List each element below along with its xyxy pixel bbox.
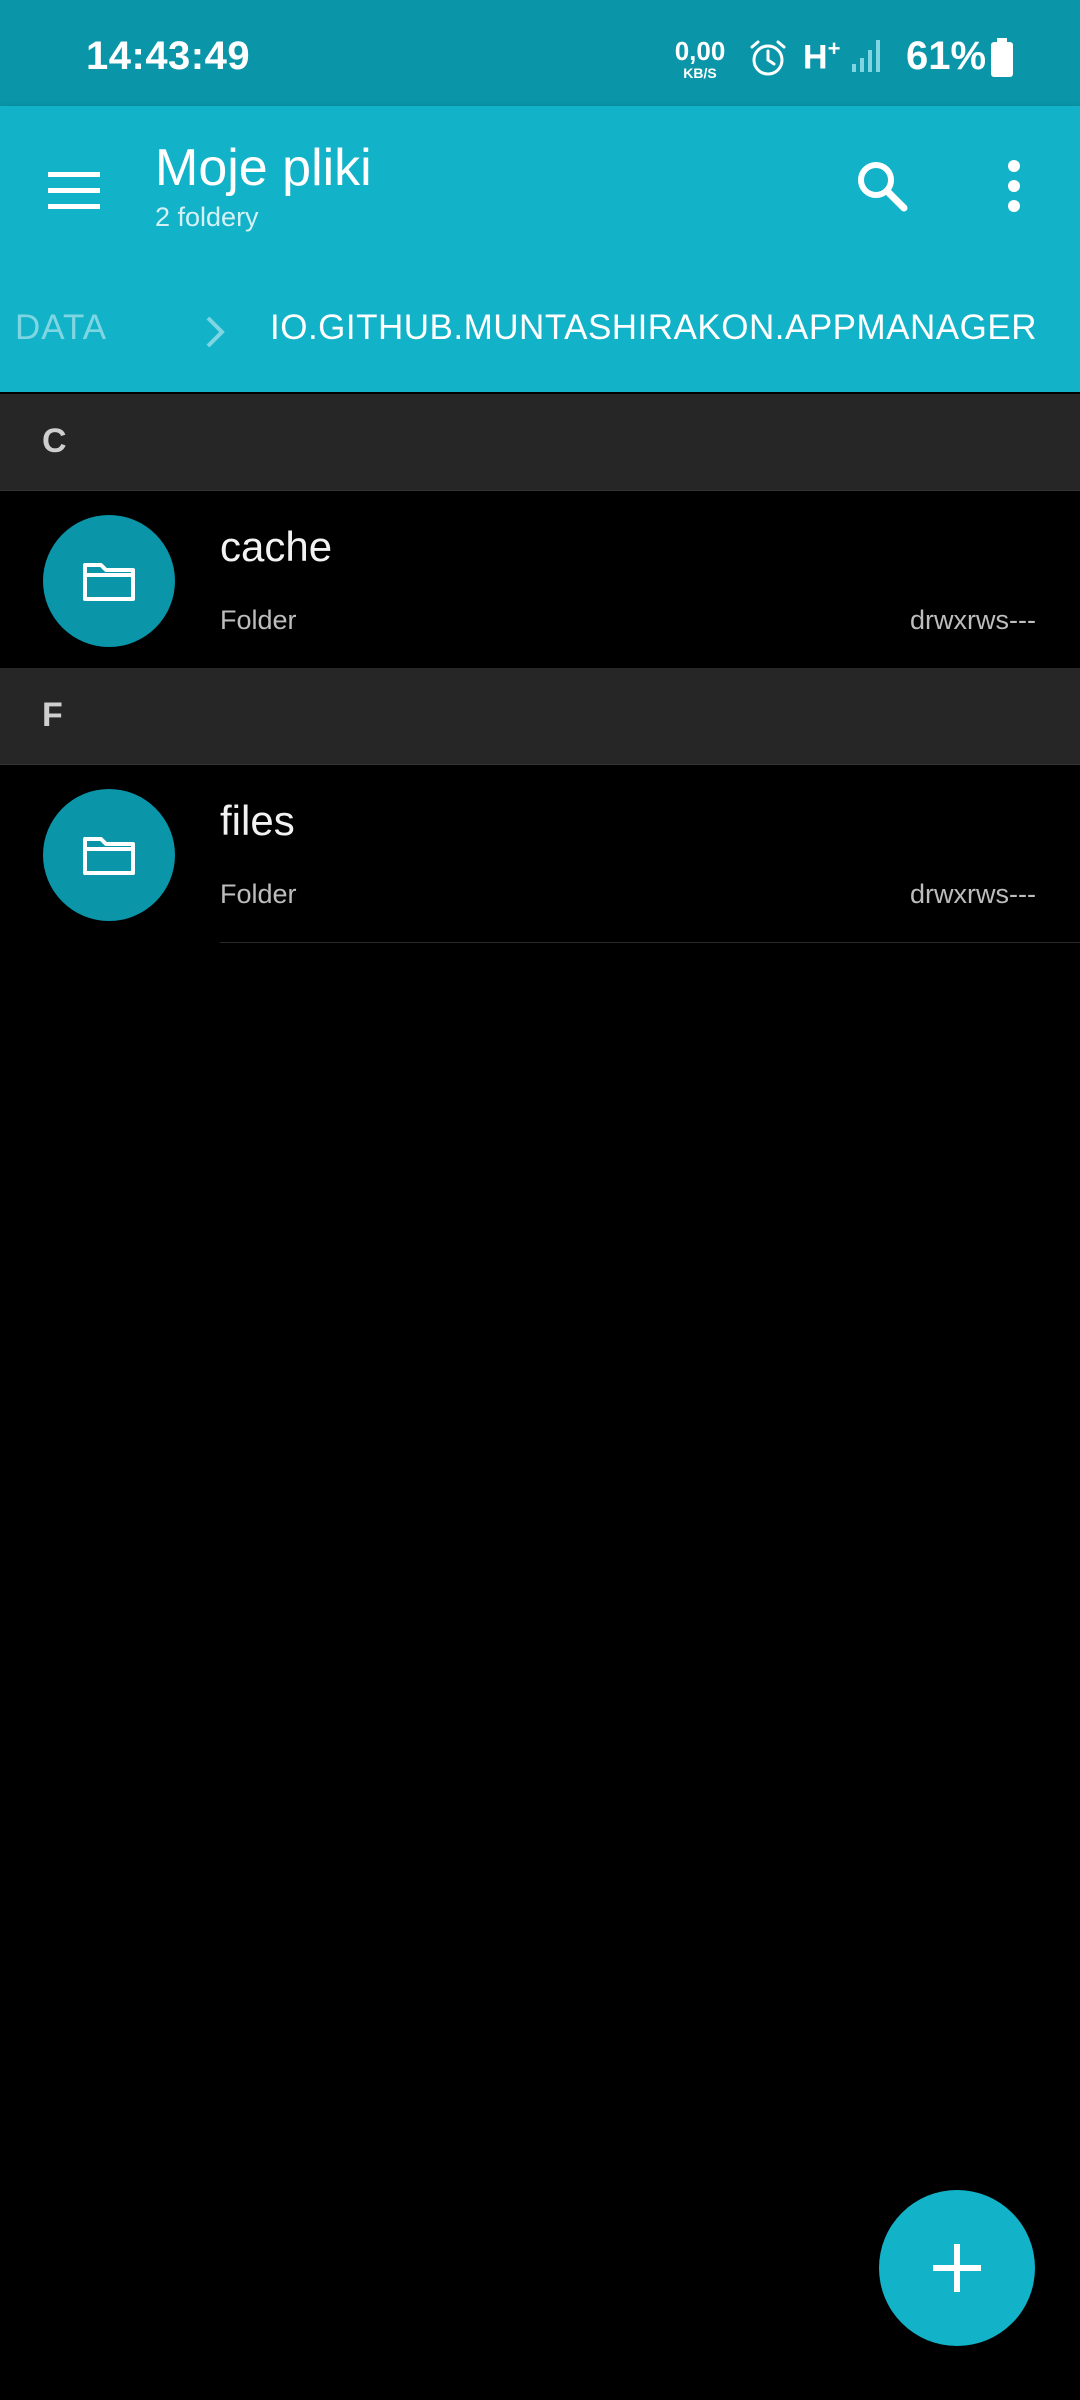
list-item-files[interactable]: files Folder drwxrws--- <box>0 765 1080 943</box>
status-bar: 14:43:49 0,00 KB/S H+ 61% <box>0 0 1080 106</box>
search-icon[interactable] <box>850 154 914 218</box>
network-type: H+ <box>803 36 841 77</box>
list-item-cache[interactable]: cache Folder drwxrws--- <box>0 491 1080 669</box>
battery-icon <box>991 38 1013 77</box>
folder-icon <box>43 789 175 921</box>
signal-icon <box>852 40 880 72</box>
item-name: files <box>220 797 295 844</box>
network-speed: 0,00 KB/S <box>672 38 728 80</box>
divider <box>220 942 1080 943</box>
add-button[interactable] <box>879 2190 1035 2346</box>
more-vertical-icon[interactable] <box>984 154 1044 218</box>
section-letter: C <box>42 422 67 460</box>
network-speed-value: 0,00 <box>674 36 726 66</box>
breadcrumb: DATA IO.GITHUB.MUNTASHIRAKON.APPMANAGER <box>0 294 1080 372</box>
item-permissions: drwxrws--- <box>910 879 1036 909</box>
folder-count: 2 foldery <box>155 202 259 232</box>
item-permissions: drwxrws--- <box>910 605 1036 635</box>
page-title: Moje pliki <box>155 139 372 197</box>
hamburger-menu-icon[interactable] <box>44 162 104 222</box>
alarm-icon <box>750 40 786 76</box>
item-type: Folder <box>220 605 297 635</box>
chevron-right-icon <box>206 316 225 348</box>
breadcrumb-item-data[interactable]: DATA <box>15 308 107 348</box>
plus-icon <box>933 2244 981 2292</box>
breadcrumb-item-current[interactable]: IO.GITHUB.MUNTASHIRAKON.APPMANAGER <box>270 308 1037 348</box>
network-speed-unit: KB/S <box>683 65 717 81</box>
app-bar: Moje pliki 2 foldery DATA IO.GITHUB.MUNT… <box>0 106 1080 392</box>
section-letter: F <box>42 696 63 734</box>
section-header-f: F <box>0 668 1080 765</box>
battery-percentage: 61% <box>906 34 987 78</box>
folder-icon <box>43 515 175 647</box>
status-time: 14:43:49 <box>86 34 251 78</box>
item-name: cache <box>220 523 333 570</box>
item-type: Folder <box>220 879 297 909</box>
section-header-c: C <box>0 394 1080 491</box>
